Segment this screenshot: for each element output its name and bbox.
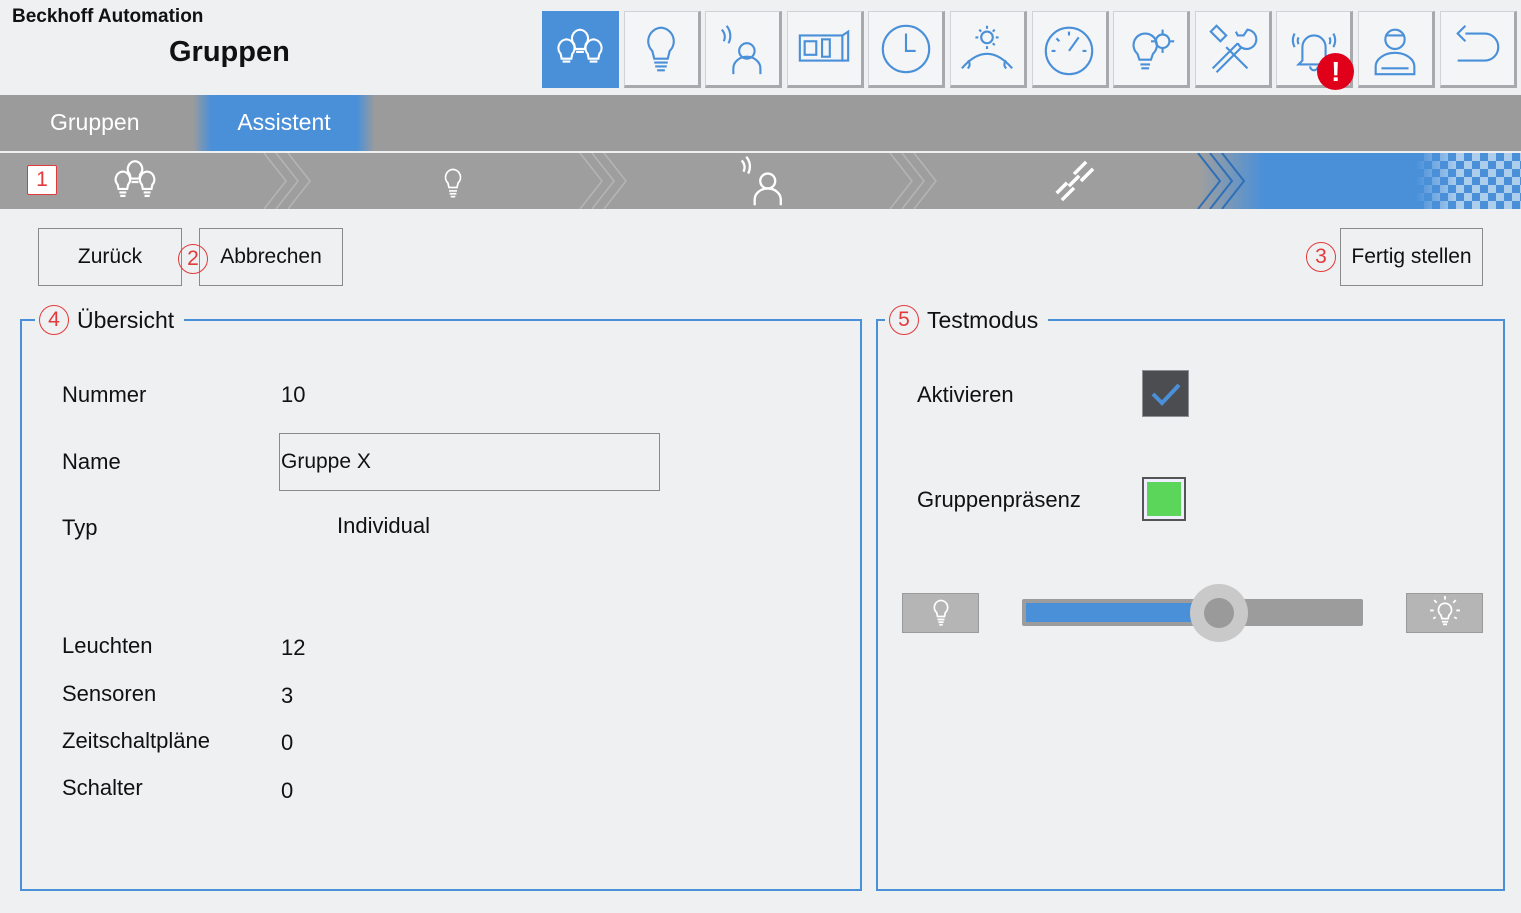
lightbulb-gear-icon: [1132, 29, 1174, 69]
switches-nav-button[interactable]: [786, 11, 864, 88]
dimmer-slider-thumb[interactable]: [1190, 584, 1249, 642]
tab-assistent[interactable]: Assistent: [193, 95, 375, 151]
thumb-center: [1204, 598, 1235, 628]
callout-marker-4: 4: [39, 305, 69, 335]
schedules-nav-button[interactable]: [868, 11, 946, 88]
page-title: Gruppen: [169, 36, 290, 68]
dim-down-button[interactable]: [902, 593, 979, 633]
finish-button[interactable]: Fertig stellen: [1340, 228, 1483, 286]
luminaires-value: 12: [281, 635, 306, 660]
activate-checkbox[interactable]: [1142, 370, 1189, 417]
switches-value: 0: [281, 778, 294, 803]
main-toolbar: !: [542, 11, 1521, 90]
lightbulb-icon: [647, 26, 675, 71]
lightbulb-off-icon: [932, 599, 949, 626]
callout-marker-3: 3: [1306, 242, 1336, 272]
sensors-value: 3: [281, 683, 294, 708]
back-button[interactable]: Zurück: [38, 228, 182, 286]
type-value: Individual: [337, 513, 430, 538]
callout-marker-2: 2: [178, 244, 208, 274]
lightbulb-on-icon: [1429, 596, 1460, 626]
overview-title: Übersicht: [77, 307, 175, 333]
lights-nav-button[interactable]: [623, 11, 701, 88]
tab-bar: Gruppen Assistent: [0, 95, 1521, 151]
clock-icon: [881, 24, 931, 73]
step-presence-sensor-icon: [740, 155, 782, 206]
callout-marker-5: 5: [889, 305, 919, 335]
testmode-title: Testmodus: [927, 307, 1039, 333]
step-link-icon: [1055, 160, 1095, 202]
number-label: Nummer: [62, 382, 147, 407]
number-value: 10: [281, 382, 306, 407]
company-name: Beckhoff Automation: [12, 6, 204, 27]
group-presence-indicator: [1142, 477, 1186, 521]
gauge-icon: [1044, 26, 1094, 75]
back-nav-button[interactable]: [1439, 11, 1517, 88]
presence-sensor-icon: [720, 24, 762, 74]
step-lightbulb-icon: [444, 168, 462, 198]
testmode-legend: 5 Testmodus: [885, 305, 1049, 335]
light-settings-nav-button[interactable]: [1113, 11, 1191, 88]
step-groups-icon: [114, 160, 156, 197]
step-separator-icon: [1197, 153, 1246, 209]
presence-led: [1147, 482, 1181, 516]
name-field[interactable]: [279, 433, 660, 491]
finish-flag-pattern: [1416, 153, 1521, 209]
group-presence-label: Gruppenpräsenz: [917, 487, 1081, 512]
dim-up-button[interactable]: [1406, 593, 1483, 633]
energy-nav-button[interactable]: [1031, 11, 1109, 88]
schedules-label: Zeitschaltpläne: [62, 728, 210, 753]
back-arrow-icon: [1456, 24, 1500, 62]
activate-label: Aktivieren: [917, 382, 1014, 407]
step-separator-icon: [889, 153, 937, 209]
service-nav-button[interactable]: [1194, 11, 1272, 88]
schedules-value: 0: [281, 730, 294, 755]
tools-icon: [1209, 23, 1258, 73]
tab-gruppen[interactable]: Gruppen: [50, 95, 140, 151]
daylight-icon: [961, 25, 1014, 69]
sensors-label: Sensoren: [62, 681, 157, 706]
wizard-progress-bar: [0, 153, 1521, 209]
alarms-nav-button[interactable]: !: [1276, 11, 1355, 90]
user-nav-button[interactable]: [1357, 11, 1435, 88]
user-icon: [1375, 28, 1416, 75]
name-label: Name: [62, 449, 121, 474]
groups-icon: [556, 28, 603, 63]
sensors-nav-button[interactable]: [705, 11, 783, 88]
groups-nav-button[interactable]: [542, 11, 619, 88]
switches-label: Schalter: [62, 775, 143, 800]
luminaires-label: Leuchten: [62, 633, 153, 658]
callout-marker-1: 1: [27, 165, 57, 195]
type-label: Typ: [62, 515, 98, 540]
step-separator-icon: [263, 153, 311, 209]
step-separator-icon: [579, 153, 627, 209]
switch-icon: [799, 29, 850, 62]
overview-legend: 4 Übersicht: [35, 305, 185, 335]
daylight-nav-button[interactable]: [949, 11, 1027, 88]
checkmark-icon: [1151, 383, 1180, 406]
cancel-button[interactable]: Abbrechen: [199, 228, 343, 286]
alarm-badge: !: [1317, 53, 1355, 90]
